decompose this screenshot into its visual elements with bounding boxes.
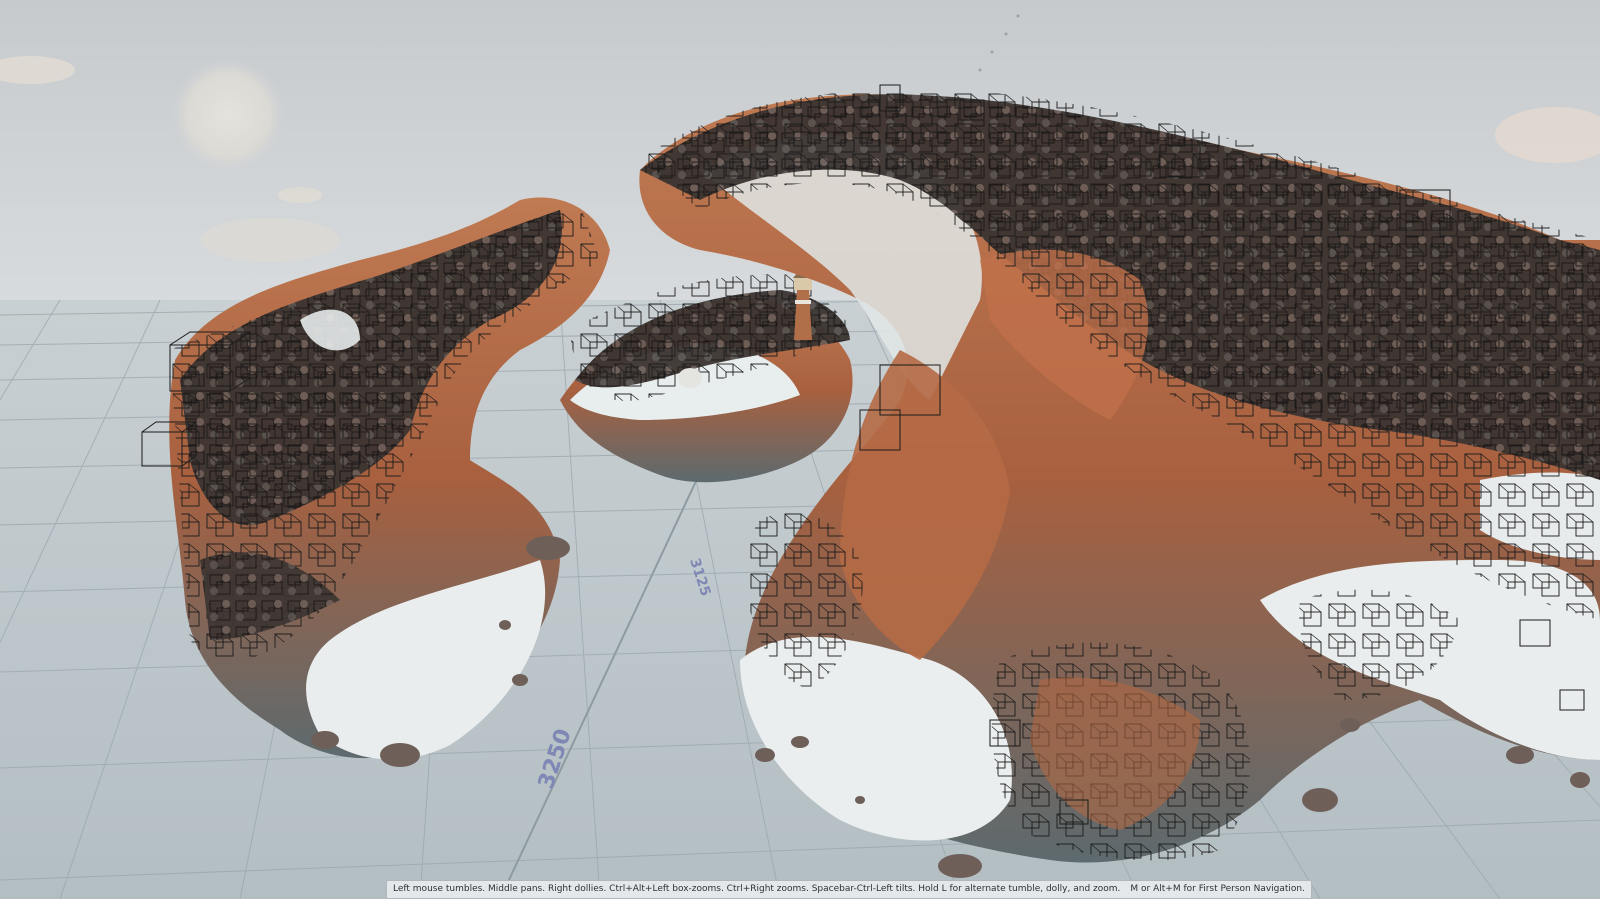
cloud <box>278 187 322 203</box>
sun-glow <box>170 57 286 173</box>
scene-canvas[interactable]: 3125 3250 <box>0 0 1600 899</box>
cloud <box>200 218 340 262</box>
3d-viewport[interactable]: 3125 3250 Left mouse tumbles. Middle pan… <box>0 0 1600 899</box>
navigation-hint-bar: Left mouse tumbles. Middle pans. Right d… <box>386 880 1312 899</box>
navigation-hint-secondary: M or Alt+M for First Person Navigation. <box>1130 884 1305 894</box>
navigation-hint-primary: Left mouse tumbles. Middle pans. Right d… <box>393 884 1121 894</box>
